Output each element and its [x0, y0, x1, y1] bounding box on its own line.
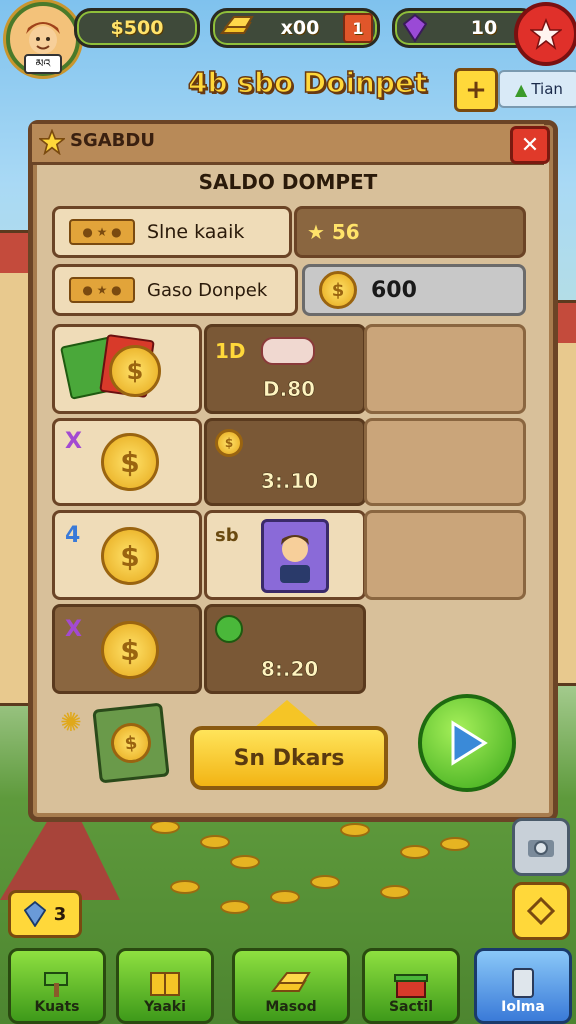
gift-box-icon	[394, 974, 428, 998]
panel-tab-title: SGABDU	[70, 130, 155, 151]
play-icon	[451, 720, 488, 766]
dollar-coin-icon: $	[101, 433, 159, 491]
nav-label: Kuats	[34, 999, 80, 1015]
offer-4-detail[interactable]: 8:.20	[204, 604, 366, 694]
offer-3-badge-2: sb	[215, 525, 239, 546]
gold-box-icon	[150, 972, 180, 996]
blue-gem-icon	[23, 901, 46, 927]
offer-4-icon-cell[interactable]: X $	[52, 604, 202, 694]
close-button[interactable]: ✕	[510, 126, 550, 164]
screen-title: 4b sbo Doinpet	[187, 65, 428, 100]
offer-2-amount: 3:.10	[261, 469, 319, 494]
offer-3-slot	[364, 510, 526, 600]
camera-button[interactable]	[512, 818, 570, 876]
dollar-coin-icon: $	[101, 621, 159, 679]
favorite-star-button[interactable]	[514, 2, 576, 66]
diamond-icon	[527, 897, 555, 925]
gem-count: 3	[53, 903, 67, 925]
dollar-coin-icon: $	[319, 271, 357, 309]
offer-1-icon-cell[interactable]: $	[52, 324, 202, 414]
balance-label: Slne kaaik	[147, 221, 245, 243]
nav-masod[interactable]: Masod	[232, 948, 350, 1024]
balance-value: ★ 56	[307, 220, 360, 244]
cash-counter[interactable]: $500	[74, 8, 200, 48]
panel-heading: SALDO DOMPET	[198, 170, 378, 194]
offer-3-detail[interactable]: sb	[204, 510, 366, 600]
offer-3-icon-cell[interactable]: 4 $	[52, 510, 202, 600]
player-tag: མའ	[24, 54, 62, 74]
green-coin-icon	[215, 615, 243, 643]
offer-3-badge: 4	[65, 523, 81, 548]
money-bundle-icon: $	[92, 702, 170, 784]
wallet-value: 600	[371, 277, 417, 303]
wallet-row: ● ★ ● Gaso Donpek	[52, 264, 298, 316]
offer-1-ribbon-icon	[261, 337, 315, 365]
offer-2-icon-cell[interactable]: X $	[52, 418, 202, 506]
wallet-label: Gaso Donpek	[147, 279, 268, 301]
gold-value: x00	[280, 17, 320, 39]
leaf-icon: ▲	[515, 79, 528, 99]
nav-yaaki[interactable]: Yaaki	[116, 948, 214, 1024]
nav-label: Masod	[265, 999, 317, 1015]
plus-icon: +	[465, 75, 487, 105]
camera-icon	[528, 840, 554, 857]
dollar-coin-icon: $	[101, 527, 159, 585]
offer-1-amount: D.80	[263, 377, 316, 402]
play-button[interactable]	[418, 694, 516, 792]
offer-2-detail[interactable]: $ 3:.10	[204, 418, 366, 506]
panel-star-icon	[38, 128, 66, 156]
ticket-icon-2: ● ★ ●	[69, 277, 135, 303]
hammer-icon	[44, 972, 68, 997]
offer-1-badge: 1D	[215, 339, 246, 363]
add-button[interactable]: +	[454, 68, 498, 112]
cta-label: Sn Dkars	[233, 745, 345, 771]
nav-label: Sactil	[388, 999, 434, 1015]
close-icon: ✕	[520, 132, 540, 158]
offer-1-detail[interactable]: 1D D.80	[204, 324, 366, 414]
cta-button[interactable]: Sn Dkars	[190, 726, 388, 790]
gold-bars-icon	[271, 972, 311, 992]
offer-4-amount: 8:.20	[261, 657, 319, 682]
ground-coins	[140, 815, 480, 915]
nav-sactil[interactable]: Sactil	[362, 948, 460, 1024]
diamond-button[interactable]	[512, 882, 570, 940]
cash-value: $500	[110, 17, 164, 39]
gold-bars-icon	[217, 15, 257, 41]
nav-iolma[interactable]: Iolma	[474, 948, 572, 1024]
gem-count-box[interactable]: 3	[8, 890, 82, 938]
star-icon	[530, 18, 562, 50]
dollar-coin-icon: $	[109, 345, 161, 397]
right-label-box[interactable]: ▲ Tian	[498, 70, 576, 108]
offer-4-badge: X	[65, 617, 82, 642]
small-coin-icon: $	[215, 429, 243, 457]
balance-row: ● ★ ● Slne kaaik	[52, 206, 292, 258]
phone-icon	[512, 968, 534, 998]
wallet-value-box[interactable]: $ 600	[302, 264, 526, 316]
nav-label: Iolma	[501, 999, 545, 1015]
balance-value-box[interactable]: ★ 56	[294, 206, 526, 258]
ticket-icon: ● ★ ●	[69, 219, 135, 245]
gem-icon	[397, 14, 433, 42]
sparkle-icon: ✺	[60, 708, 82, 738]
offer-2-slot	[364, 418, 526, 506]
gold-counter[interactable]: x00 1	[210, 8, 380, 48]
nav-kuats[interactable]: Kuats	[8, 948, 106, 1024]
nav-label: Yaaki	[144, 999, 186, 1015]
right-label: Tian	[531, 80, 563, 98]
offer-2-badge: X	[65, 429, 82, 454]
gold-badge: 1	[343, 13, 373, 43]
offer-1-slot	[364, 324, 526, 414]
character-portrait-icon	[261, 519, 329, 593]
